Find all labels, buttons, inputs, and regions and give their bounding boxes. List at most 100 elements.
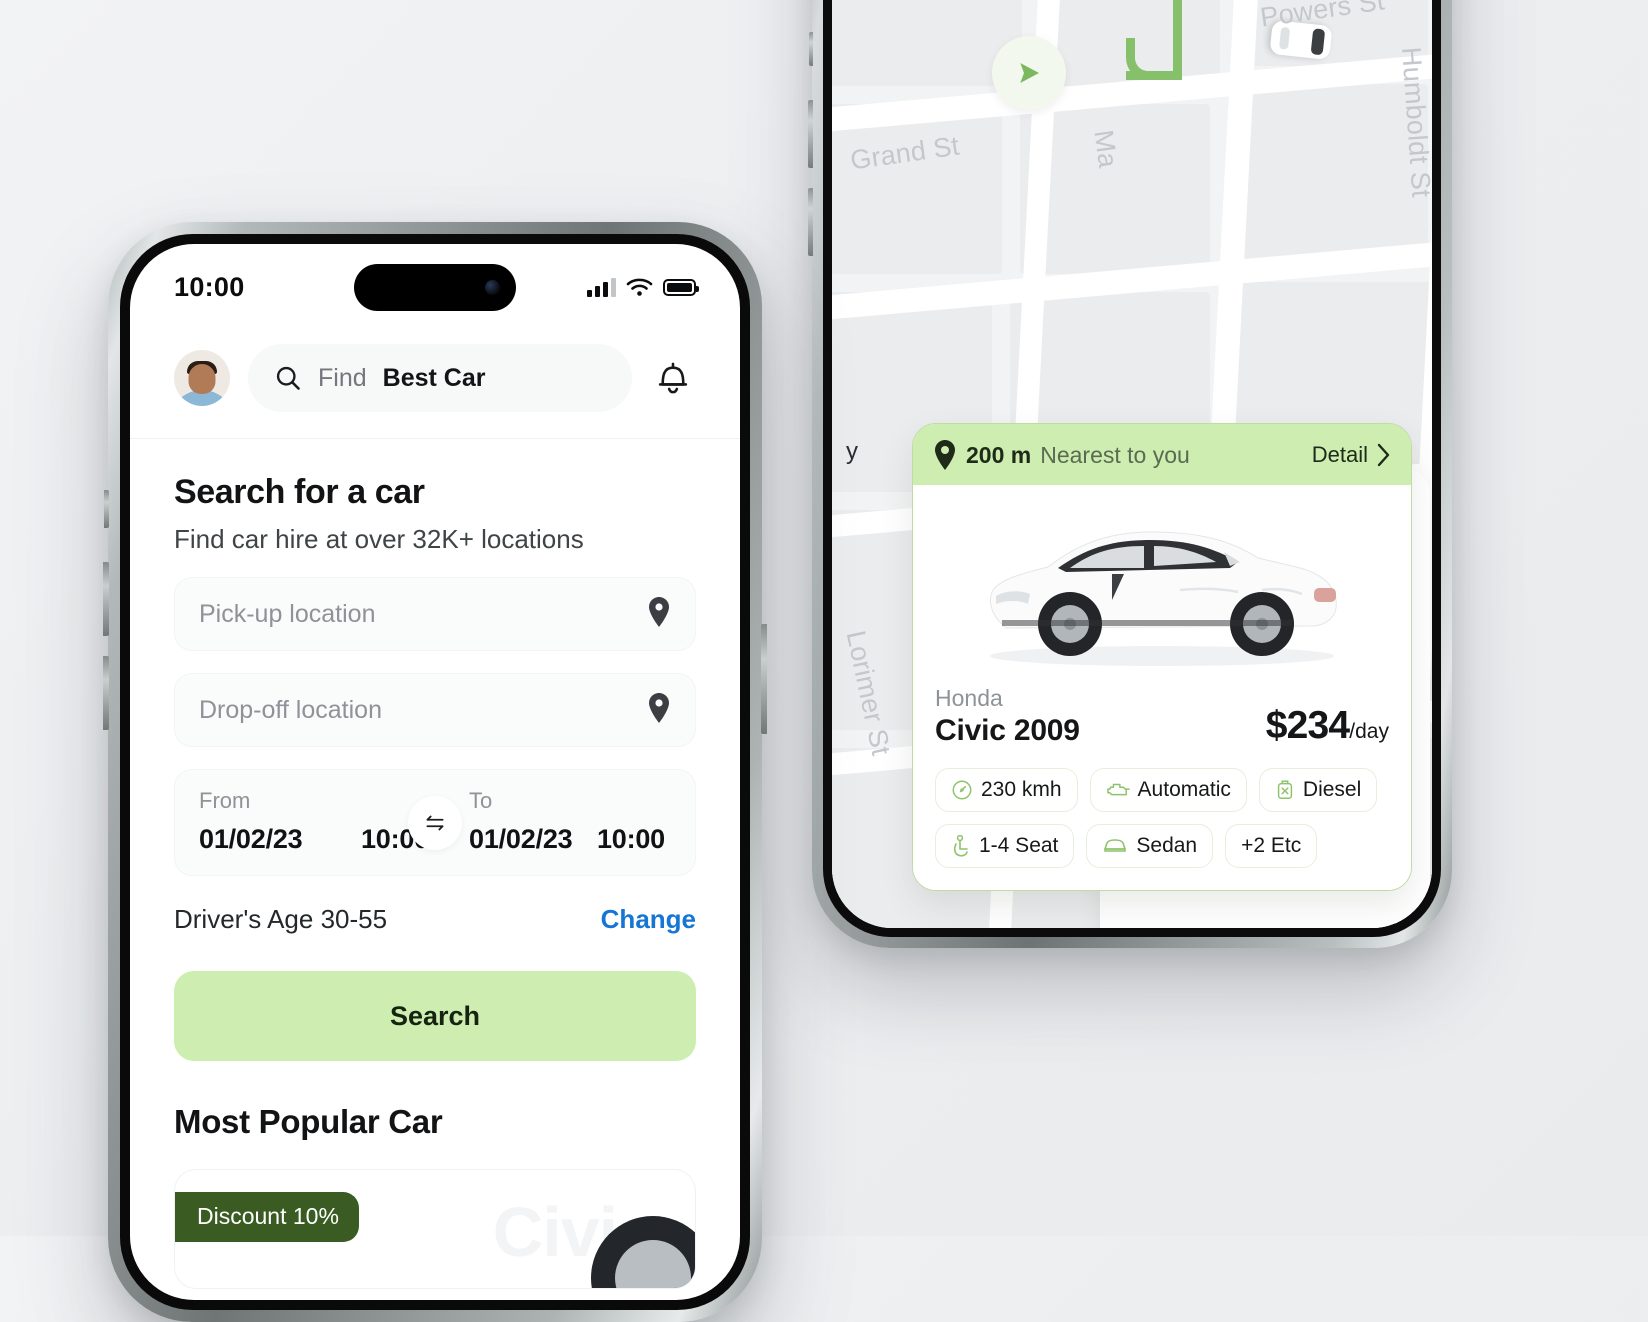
navigation-arrow-icon [1020,63,1039,83]
map-block [832,104,1002,274]
car-spec-chip[interactable]: Sedan [1086,824,1214,869]
car-spec-chip[interactable]: Diesel [1258,768,1378,813]
street-label: Ma [1088,128,1124,170]
app-top-bar: Find Best Car [130,330,740,439]
status-bar: 10:00 [130,244,740,330]
car-spec-label: 1-4 Seat [979,834,1059,858]
change-age-link[interactable]: Change [601,904,696,935]
user-location-marker[interactable] [992,36,1066,110]
card-body: Honda Civic 2009 $234/day 230 kmh Automa… [913,485,1411,891]
driver-age-row: Driver's Age 30-55 Change [174,904,696,935]
volume-down-button[interactable] [103,656,109,730]
distance-value: 200 m [966,441,1032,468]
mute-switch[interactable] [104,490,109,528]
detail-label: Detail [1311,442,1368,467]
to-label: To [469,788,493,813]
distance-label: Nearest to you [1040,441,1190,468]
right-phone-bezel: Ave Leonard St Manhattan Ave Devoe St Ai… [823,0,1441,937]
map-pin-icon[interactable] [647,692,671,728]
to-column[interactable]: To 01/02/23 10:00 [435,788,671,855]
swap-dates-button[interactable] [408,795,462,850]
card-header: 200 m Nearest to you Detail [913,424,1411,485]
from-date: 01/02/23 [199,824,303,854]
route-segment-join [1173,38,1182,62]
from-values: 01/02/23 10:00 [199,824,435,855]
car-body-icon [1104,839,1127,852]
dropoff-location-field[interactable]: Drop-off location [174,673,696,747]
fuel-canister-icon [1277,780,1293,800]
page-title: Search for a car [174,473,425,511]
dropoff-placeholder: Drop-off location [199,695,382,724]
power-button[interactable] [761,624,767,734]
driver-age-label: Driver's Age 30-55 [174,904,388,934]
pickup-placeholder: Pick-up location [199,599,376,628]
chevron-right-icon [1377,443,1390,467]
car-spec-label: +2 Etc [1241,834,1302,858]
car-spec-label: Diesel [1302,778,1362,802]
discount-badge: Discount 10% [175,1192,359,1242]
search-icon [276,366,300,390]
search-value: Best Car [382,363,486,392]
front-camera-icon [485,280,500,295]
to-values: 01/02/23 10:00 [469,824,671,855]
wifi-icon [626,278,653,296]
left-phone-screen: 10:00 Find Best Car Search for a car Fin… [130,244,740,1300]
right-phone-device: Ave Leonard St Manhattan Ave Devoe St Ai… [808,0,1452,948]
white-hatchback-car-photo [989,530,1337,666]
car-spec-label: Automatic [1137,778,1231,802]
search-button[interactable]: Search [174,971,696,1061]
to-date: 01/02/23 [469,824,573,854]
volume-down-button[interactable] [808,188,813,256]
speedometer-icon [952,780,972,800]
dynamic-island [354,264,516,311]
car-spec-chip-list: 230 kmh Automatic Diesel 1-4 Seat Sedan … [935,768,1389,869]
volume-up-button[interactable] [103,562,109,636]
map-block [1228,84,1428,264]
car-spec-label: Sedan [1136,834,1198,858]
location-pin-icon [935,440,955,470]
car-name-price-row: Honda Civic 2009 $234/day [935,683,1389,748]
avatar[interactable] [174,350,230,406]
nearest-car-card[interactable]: 200 m Nearest to you Detail Honda Civic … [912,423,1412,892]
popular-car-card[interactable]: Civic Discount 10% [174,1169,696,1289]
status-bar-indicators [587,277,699,297]
right-phone-screen: Ave Leonard St Manhattan Ave Devoe St Ai… [832,0,1432,928]
date-range-field: From 01/02/23 10:00 To 01/02/23 10:00 [174,769,696,876]
notification-button[interactable] [650,355,696,401]
search-prefix: Find [318,363,367,392]
to-time: 10:00 [596,824,665,854]
most-popular-title: Most Popular Car [174,1103,443,1140]
street-label: y [846,438,859,465]
battery-icon [663,278,699,296]
car-name-block: Honda Civic 2009 [935,683,1080,748]
volume-up-button[interactable] [808,100,813,168]
search-form-section: Search for a car Find car hire at over 3… [130,439,740,1289]
map-pin-icon[interactable] [647,596,671,632]
car-spec-chip-more[interactable]: +2 Etc [1225,824,1318,869]
search-input[interactable]: Find Best Car [248,344,632,412]
car-price: $234 [1265,704,1350,748]
car-spec-chip[interactable]: 230 kmh [935,768,1078,813]
engine-icon [1106,783,1130,796]
car-brand: Honda [935,685,1003,711]
car-price-block: $234/day [1266,704,1389,748]
mute-switch[interactable] [809,32,813,66]
car-photo [935,491,1389,681]
car-price-unit: /day [1349,720,1389,744]
from-label: From [199,788,251,813]
pickup-location-field[interactable]: Pick-up location [174,577,696,651]
bell-icon [658,362,688,394]
car-model: Civic 2009 [935,714,1080,748]
car-spec-chip[interactable]: 1-4 Seat [935,824,1075,869]
left-phone-device: 10:00 Find Best Car Search for a car Fin… [103,222,767,1322]
page-subtitle: Find car hire at over 32K+ locations [174,524,584,554]
car-spec-chip[interactable]: Automatic [1089,768,1247,813]
detail-button[interactable]: Detail [1312,442,1391,468]
avatar-face [188,364,216,394]
car-spec-label: 230 kmh [981,778,1062,802]
seat-icon [953,834,968,857]
status-bar-time: 10:00 [174,271,245,302]
left-phone-bezel: 10:00 Find Best Car Search for a car Fin… [120,234,750,1310]
from-column[interactable]: From 01/02/23 10:00 [199,788,435,855]
swap-arrows-icon [426,815,444,830]
